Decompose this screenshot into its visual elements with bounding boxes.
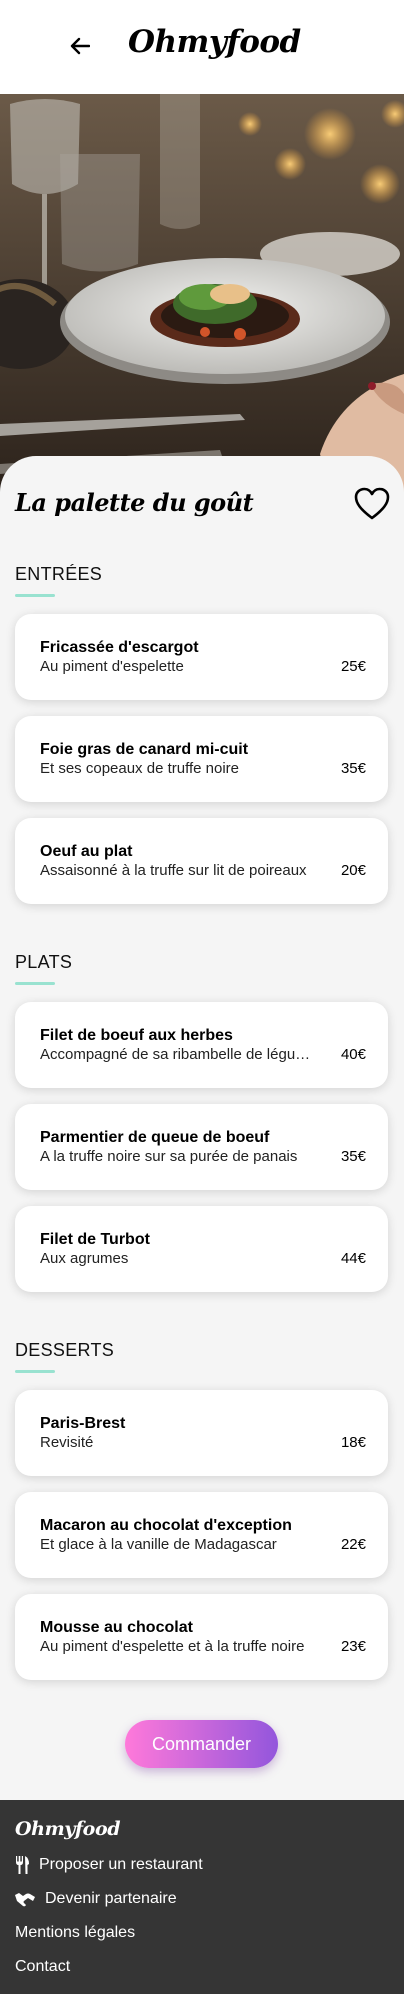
brand-logo[interactable]: Ohmyfood: [128, 24, 301, 60]
menu-item[interactable]: Filet de Turbot Aux agrumes 44€: [15, 1206, 388, 1292]
dish-name: Oeuf au plat: [40, 843, 133, 860]
footer-link-label: Proposer un restaurant: [39, 1856, 203, 1873]
dish-price: 25€: [340, 658, 366, 675]
favorite-button[interactable]: [354, 487, 390, 521]
footer: Ohmyfood Proposer un restaurant Devenir …: [0, 1800, 404, 1994]
restaurant-name: La palette du goût: [15, 488, 254, 517]
dish-price: 35€: [340, 1148, 366, 1165]
section-underline: [15, 594, 55, 597]
dish-description: Et glace à la vanille de Madagascar: [40, 1536, 277, 1553]
arrow-left-icon: [70, 37, 90, 55]
dish-price: 22€: [340, 1536, 366, 1553]
menu-item[interactable]: Fricassée d'escargot Au piment d'espelet…: [15, 614, 388, 700]
menu-item[interactable]: Filet de boeuf aux herbes Accompagné de …: [15, 1002, 388, 1088]
dish-price: 40€: [340, 1046, 366, 1063]
footer-link-contact[interactable]: Contact: [15, 1958, 70, 1976]
dish-name: Foie gras de canard mi-cuit: [40, 741, 249, 758]
footer-link-become-partner[interactable]: Devenir partenaire: [15, 1890, 177, 1908]
menu-item[interactable]: Parmentier de queue de boeuf A la truffe…: [15, 1104, 388, 1190]
dish-description: A la truffe noire sur sa purée de panais: [40, 1148, 298, 1165]
order-button[interactable]: Commander: [125, 1720, 278, 1768]
back-button[interactable]: [64, 30, 96, 62]
footer-link-legal[interactable]: Mentions légales: [15, 1924, 135, 1942]
section-title-desserts: DESSERTS: [15, 1340, 115, 1360]
handshake-icon: [15, 1893, 35, 1907]
dish-name: Mousse au chocolat: [40, 1619, 193, 1636]
menu-item[interactable]: Foie gras de canard mi-cuit Et ses copea…: [15, 716, 388, 802]
footer-link-label: Contact: [15, 1958, 71, 1975]
section-title-plats: PLATS: [15, 952, 73, 972]
dish-name: Filet de boeuf aux herbes: [40, 1027, 233, 1044]
footer-link-label: Devenir partenaire: [45, 1890, 177, 1907]
dish-name: Paris-Brest: [40, 1415, 126, 1432]
dish-price: 20€: [340, 862, 366, 879]
menu-item[interactable]: Macaron au chocolat d'exception Et glace…: [15, 1492, 388, 1578]
hero-image: [0, 94, 404, 504]
section-underline: [15, 982, 55, 985]
dish-description: Accompagné de sa ribambelle de légumes: [40, 1046, 320, 1063]
dish-name: Filet de Turbot: [40, 1231, 150, 1248]
footer-link-propose-restaurant[interactable]: Proposer un restaurant: [15, 1856, 203, 1874]
menu-item[interactable]: Paris-Brest Revisité 18€: [15, 1390, 388, 1476]
footer-brand-logo[interactable]: Ohmyfood: [15, 1818, 121, 1840]
app-header: Ohmyfood: [0, 0, 404, 94]
dish-description: Et ses copeaux de truffe noire: [40, 760, 240, 777]
menu-item[interactable]: Oeuf au plat Assaisonné à la truffe sur …: [15, 818, 388, 904]
footer-link-label: Mentions légales: [15, 1924, 136, 1941]
dish-name: Fricassée d'escargot: [40, 639, 199, 656]
dish-price: 23€: [340, 1638, 366, 1655]
dish-name: Parmentier de queue de boeuf: [40, 1129, 270, 1146]
dish-name: Macaron au chocolat d'exception: [40, 1517, 292, 1534]
dish-price: 18€: [340, 1434, 366, 1451]
section-title-entrees: ENTRÉES: [15, 564, 103, 584]
dish-description: Au piment d'espelette: [40, 658, 184, 675]
heart-outline-icon: [354, 487, 390, 520]
dish-description: Aux agrumes: [40, 1250, 129, 1267]
utensils-icon: [16, 1856, 29, 1874]
section-underline: [15, 1370, 55, 1373]
dish-description: Assaisonné à la truffe sur lit de poirea…: [40, 862, 307, 879]
menu-item[interactable]: Mousse au chocolat Au piment d'espelette…: [15, 1594, 388, 1680]
dish-description: Au piment d'espelette et à la truffe noi…: [40, 1638, 305, 1655]
dish-description: Revisité: [40, 1434, 94, 1451]
dish-price: 44€: [340, 1250, 366, 1267]
dish-price: 35€: [340, 760, 366, 777]
